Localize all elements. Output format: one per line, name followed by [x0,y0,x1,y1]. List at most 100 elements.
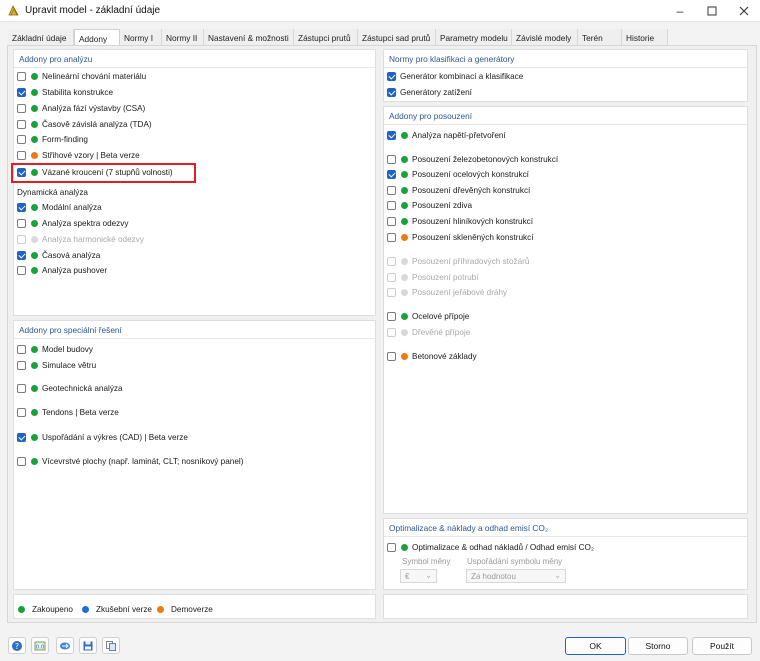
addon-response-spectrum[interactable]: Analýza spektra odezvy [17,217,128,229]
checkbox[interactable] [17,87,26,97]
tab-zakladni-udaje[interactable]: Základní údaje [8,29,74,45]
checkbox[interactable] [17,103,26,113]
checkbox[interactable] [17,134,26,144]
addon-steel-joints[interactable]: Ocelové přípoje [387,310,469,322]
checkbox[interactable] [387,154,396,164]
addon-wind-simulation[interactable]: Simulace větru [17,359,96,371]
addon-time-history[interactable]: Časová analýza [17,249,100,261]
addon-timber-joints: Dřevěné přípoje [387,326,470,338]
tab-normy-2[interactable]: Normy II [162,29,204,45]
checkbox[interactable] [17,344,26,354]
addon-pushover[interactable]: Analýza pushover [17,264,107,276]
addon-building-model[interactable]: Model budovy [17,343,93,355]
status-dot [31,72,38,80]
copy-icon[interactable] [102,637,120,654]
close-icon[interactable] [728,0,760,22]
addon-structure-stability[interactable]: Stabilita konstrukce [17,86,113,98]
status-dot [401,201,408,209]
checkbox[interactable] [17,360,26,370]
checkbox[interactable] [17,456,26,466]
addon-concrete-design[interactable]: Posouzení železobetonových konstrukcí [387,153,558,165]
status-dot [31,104,38,112]
tab-zavisle-modely[interactable]: Závislé modely [512,29,578,45]
legend-label: Zakoupeno [32,604,73,614]
tab-normy-1[interactable]: Normy I [120,29,162,45]
addon-nonlinear-material[interactable]: Nelineární chování materiálu [17,70,146,82]
checkbox[interactable] [387,87,396,97]
addon-label: Posouzení železobetonových konstrukcí [412,154,559,164]
addon-aluminium-design[interactable]: Posouzení hliníkových konstrukcí [387,215,533,227]
addon-stress-strain[interactable]: Analýza napětí-přetvoření [387,129,506,141]
checkbox [17,234,26,244]
checkbox[interactable] [387,130,396,140]
dialog-footer: ? 0.0 OK Storno Použít [0,627,760,661]
maximize-icon[interactable] [696,0,728,22]
tab-addony[interactable]: Addony [74,29,120,46]
checkbox[interactable] [387,311,396,321]
status-dot [18,605,25,613]
checkbox[interactable] [17,383,26,393]
addon-optimization-costs[interactable]: Optimalizace & odhad nákladů / Odhad emi… [387,541,594,553]
addon-cad-layout[interactable]: Uspořádání a výkres (CAD) | Beta verze [17,431,188,443]
norm-combination-generator[interactable]: Generátor kombinací a klasifikace [387,70,523,82]
addon-modal-analysis[interactable]: Modální analýza [17,201,102,213]
status-dot [401,217,408,225]
checkbox[interactable] [17,250,26,260]
addon-label: Simulace větru [42,360,97,370]
units-icon[interactable]: 0.0 [31,637,49,654]
ok-button[interactable]: OK [565,637,626,655]
checkbox [387,272,396,282]
addon-form-finding[interactable]: Form-finding [17,133,88,145]
tab-nastaveni[interactable]: Nastavení & možnosti [204,29,294,45]
symbol-layout-value: Za hodnotou [471,572,516,581]
cancel-button[interactable]: Storno [628,637,688,655]
tab-zastupci-sad-prutu[interactable]: Zástupci sad prutů [358,29,436,45]
checkbox[interactable] [387,232,396,242]
export-icon[interactable] [56,637,74,654]
help-icon[interactable]: ? [8,637,26,654]
addon-multilayer-surfaces[interactable]: Vícevrstvé plochy (např. laminát, CLT; n… [17,455,243,467]
addon-concrete-foundations[interactable]: Betonové základy [387,350,477,362]
checkbox[interactable] [387,200,396,210]
addon-label: Uspořádání a výkres (CAD) | Beta verze [42,432,188,442]
addon-cutting-patterns[interactable]: Střihové vzory | Beta verze [17,149,140,161]
svg-text:?: ? [15,642,19,651]
addon-construction-stages[interactable]: Analýza fází výstavby (CSA) [17,102,145,114]
checkbox[interactable] [387,216,396,226]
tab-zastupci-prutu[interactable]: Zástupci prutů [294,29,358,45]
addon-label: Posouzení zdiva [412,200,473,210]
status-dot [401,328,408,336]
addon-glass-design[interactable]: Posouzení skleněných konstrukcí [387,231,534,243]
addon-tendons[interactable]: Tendons | Beta verze [17,406,119,418]
save-icon[interactable] [79,637,97,654]
checkbox[interactable] [17,407,26,417]
checkbox[interactable] [17,150,26,160]
minimize-icon[interactable]: – [664,0,696,22]
addon-label: Form-finding [42,134,88,144]
checkbox[interactable] [387,71,396,81]
tab-teren[interactable]: Terén [578,29,622,45]
apply-button[interactable]: Použít [692,637,752,655]
checkbox[interactable] [387,169,396,179]
checkbox [387,287,396,297]
checkbox[interactable] [387,351,396,361]
addon-steel-design[interactable]: Posouzení ocelových konstrukcí [387,168,529,180]
norm-label: Generátory zatížení [400,87,472,97]
addon-geotechnical[interactable]: Geotechnická analýza [17,382,123,394]
checkbox[interactable] [17,265,26,275]
checkbox [387,327,396,337]
tab-historie[interactable]: Historie [622,29,668,45]
tab-parametry-modelu[interactable]: Parametry modelu [436,29,512,45]
legend-trial: Zkušební verze [82,603,152,615]
checkbox[interactable] [17,218,26,228]
norm-load-generators[interactable]: Generátory zatížení [387,86,472,98]
checkbox[interactable] [387,185,396,195]
checkbox[interactable] [387,542,396,552]
addon-timber-design[interactable]: Posouzení dřevěných konstrukcí [387,184,530,196]
checkbox[interactable] [17,71,26,81]
checkbox[interactable] [17,432,26,442]
addon-time-dependent[interactable]: Časově závislá analýza (TDA) [17,118,152,130]
checkbox[interactable] [17,202,26,212]
checkbox[interactable] [17,119,26,129]
addon-masonry-design[interactable]: Posouzení zdiva [387,199,472,211]
